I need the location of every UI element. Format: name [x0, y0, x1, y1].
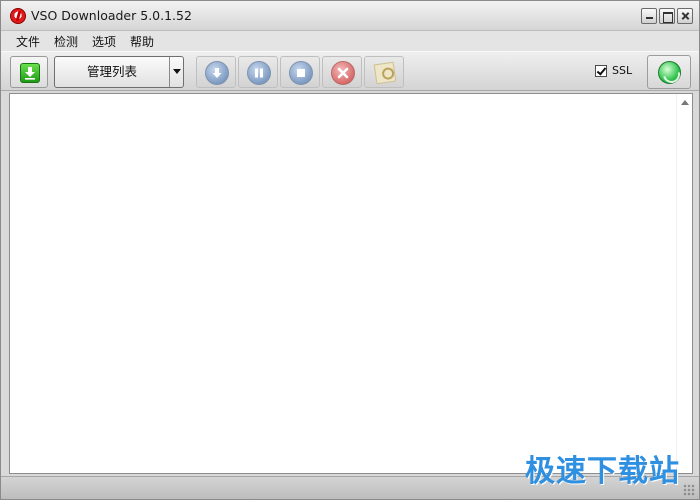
vertical-scrollbar[interactable]: [676, 94, 692, 473]
network-button[interactable]: [647, 55, 691, 89]
manage-list-label: 管理列表: [86, 64, 137, 79]
toolbar: 管理列表 SSL: [1, 51, 699, 91]
menu-file[interactable]: 文件: [9, 33, 47, 50]
ssl-label: SSL: [612, 64, 633, 77]
window-title: VSO Downloader 5.0.1.52: [31, 8, 192, 23]
chevron-down-icon[interactable]: [169, 57, 183, 87]
menu-options[interactable]: 选项: [85, 33, 123, 50]
inspect-document-icon: [373, 61, 397, 85]
title-bar[interactable]: VSO Downloader 5.0.1.52: [1, 1, 699, 31]
download-button[interactable]: [10, 56, 48, 88]
inspect-button[interactable]: [364, 56, 404, 88]
pause-circle-icon: [247, 61, 271, 85]
menu-detect[interactable]: 检测: [47, 33, 85, 50]
vso-app-icon: [10, 8, 26, 24]
minimize-icon[interactable]: [641, 8, 657, 24]
app-window: VSO Downloader 5.0.1.52 文件 检测 选项 帮助 管理列表: [0, 0, 700, 500]
download-list[interactable]: [9, 93, 693, 474]
stop-button[interactable]: [280, 56, 320, 88]
maximize-icon[interactable]: [659, 8, 675, 24]
cancel-button[interactable]: [322, 56, 362, 88]
globe-icon: [658, 61, 681, 84]
cancel-circle-icon: [331, 61, 355, 85]
download-circle-icon: [205, 61, 229, 85]
scroll-up-icon[interactable]: [681, 100, 689, 105]
download-arrow-icon: [20, 63, 40, 83]
window-controls: [641, 8, 693, 24]
start-download-button[interactable]: [196, 56, 236, 88]
ssl-checkbox[interactable]: [595, 64, 607, 77]
menu-bar: 文件 检测 选项 帮助: [1, 31, 699, 51]
close-icon[interactable]: [677, 8, 693, 24]
stop-circle-icon: [289, 61, 313, 85]
site-watermark: 极速下载站: [525, 454, 680, 489]
menu-help[interactable]: 帮助: [123, 33, 161, 50]
manage-list-dropdown[interactable]: 管理列表: [54, 56, 184, 88]
ssl-option[interactable]: SSL: [595, 64, 632, 77]
pause-button[interactable]: [238, 56, 278, 88]
